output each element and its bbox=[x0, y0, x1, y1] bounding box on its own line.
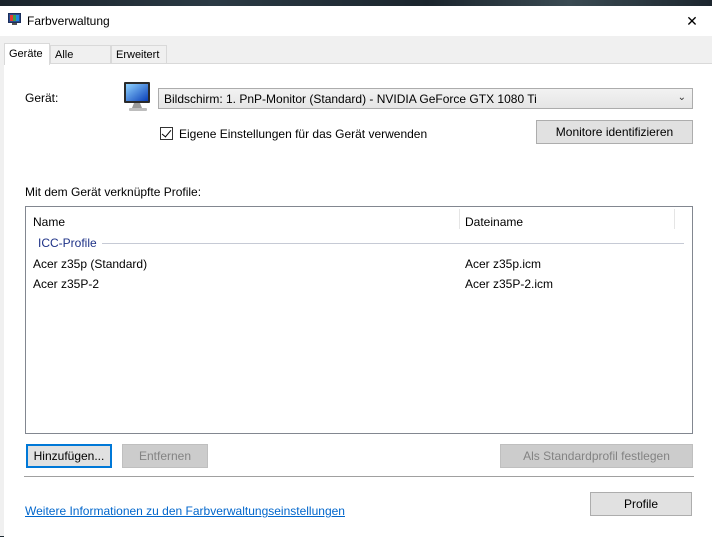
profiles-button[interactable]: Profile bbox=[590, 492, 692, 516]
add-profile-button[interactable]: Hinzufügen... bbox=[26, 444, 112, 468]
tab-geraete[interactable]: Geräte bbox=[4, 43, 50, 65]
column-separator[interactable] bbox=[674, 209, 675, 229]
tab-erweitert[interactable]: Erweitert bbox=[111, 45, 167, 63]
column-header-name[interactable]: Name bbox=[33, 215, 65, 229]
close-icon[interactable]: ✕ bbox=[672, 6, 712, 36]
set-default-profile-button[interactable]: Als Standardprofil festlegen bbox=[500, 444, 693, 468]
device-label: Gerät: bbox=[25, 91, 59, 105]
profile-row-name[interactable]: Acer z35p (Standard) bbox=[33, 257, 147, 271]
title-bar: Farbverwaltung ✕ bbox=[0, 6, 712, 36]
profile-row-name[interactable]: Acer z35P-2 bbox=[33, 277, 99, 291]
profile-row-file[interactable]: Acer z35P-2.icm bbox=[465, 277, 553, 291]
devices-tab-panel: Gerät: Bildschirm: 1. PnP-Monitor (Stand… bbox=[4, 63, 712, 537]
use-own-settings-checkbox[interactable] bbox=[160, 127, 173, 140]
profiles-section-label: Mit dem Gerät verknüpfte Profile: bbox=[25, 185, 202, 199]
color-management-window: Farbverwaltung ✕ Geräte Alle Profile Erw… bbox=[0, 6, 712, 537]
tab-alle-profile[interactable]: Alle Profile bbox=[50, 45, 111, 79]
color-management-app-icon bbox=[8, 13, 21, 25]
identify-monitors-button[interactable]: Monitore identifizieren bbox=[536, 120, 693, 144]
window-title: Farbverwaltung bbox=[27, 14, 110, 28]
more-info-link[interactable]: Weitere Informationen zu den Farbverwalt… bbox=[25, 504, 345, 518]
column-header-filename[interactable]: Dateiname bbox=[465, 215, 523, 229]
device-dropdown-value: Bildschirm: 1. PnP-Monitor (Standard) - … bbox=[164, 92, 537, 106]
device-dropdown[interactable]: Bildschirm: 1. PnP-Monitor (Standard) - … bbox=[158, 88, 693, 109]
group-header-icc-profiles: ICC-Profile bbox=[38, 236, 97, 250]
chevron-down-icon: ⌄ bbox=[677, 92, 686, 103]
use-own-settings-label[interactable]: Eigene Einstellungen für das Gerät verwe… bbox=[179, 127, 427, 141]
profiles-list[interactable]: Name Dateiname ICC-Profile Acer z35p (St… bbox=[25, 206, 693, 434]
horizontal-divider bbox=[24, 476, 694, 477]
column-separator[interactable] bbox=[459, 209, 460, 229]
group-divider bbox=[102, 243, 684, 244]
profile-row-file[interactable]: Acer z35p.icm bbox=[465, 257, 541, 271]
remove-profile-button[interactable]: Entfernen bbox=[122, 444, 208, 468]
monitor-icon bbox=[124, 82, 150, 111]
